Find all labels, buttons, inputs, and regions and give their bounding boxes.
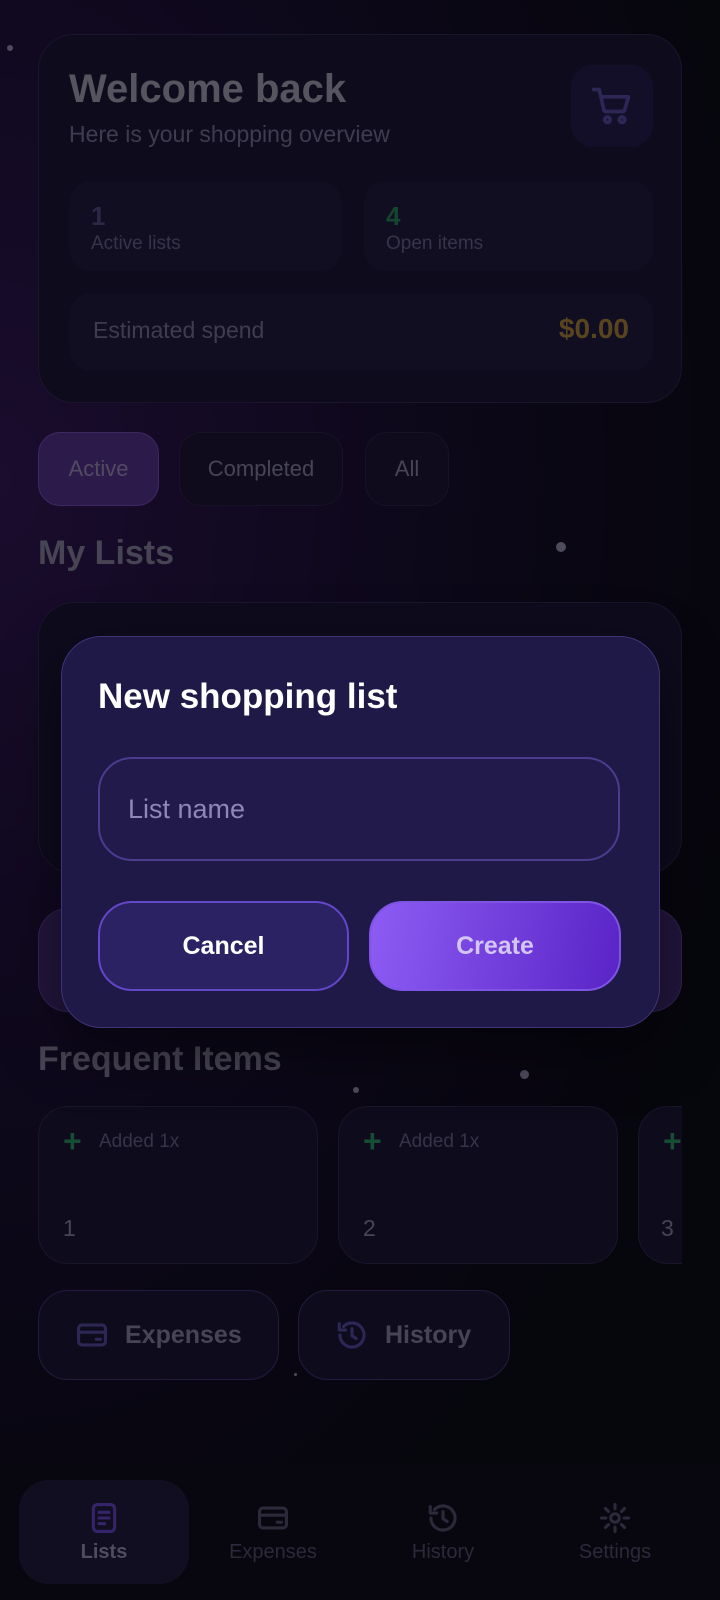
cancel-button[interactable]: Cancel <box>98 901 349 991</box>
dialog-title: New shopping list <box>98 677 398 716</box>
list-name-input[interactable] <box>98 757 620 861</box>
create-button[interactable]: Create <box>369 901 621 991</box>
new-list-dialog: New shopping list Cancel Create <box>61 636 660 1028</box>
